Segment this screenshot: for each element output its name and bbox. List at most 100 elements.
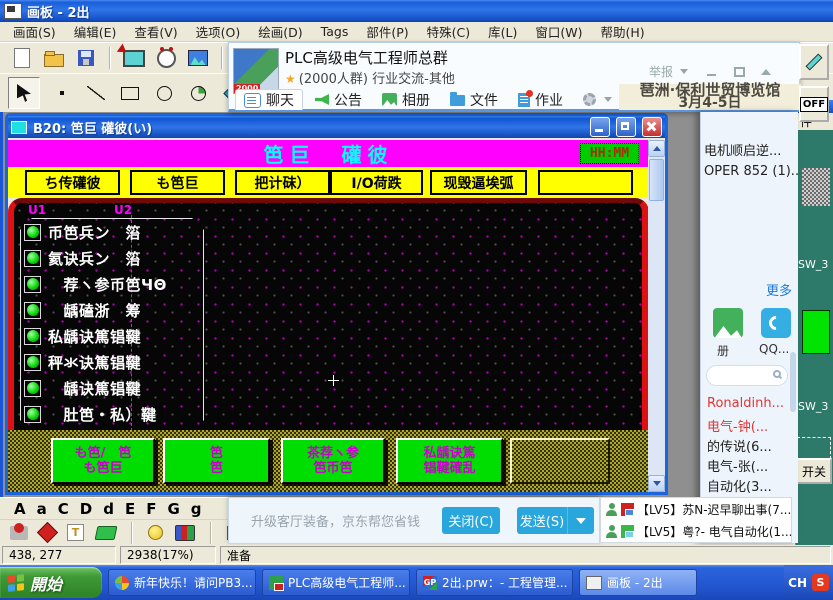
group-list-item[interactable]: 【LV5】苏N-迟早聊出事(7... <box>601 498 791 520</box>
menu-special[interactable]: 特殊(C) <box>418 20 479 43</box>
fkey-button-2[interactable]: も笆巨 <box>130 170 225 195</box>
off-switch-button[interactable]: OFF <box>799 86 829 122</box>
send-options-button[interactable] <box>567 507 594 534</box>
menu-tags[interactable]: Tags <box>312 22 358 41</box>
point-tool-icon[interactable] <box>50 81 74 105</box>
indicator-row[interactable]: 荐ヽ参币笆ЧΘ <box>24 271 167 297</box>
screen-work-area[interactable]: U1 U2 币笆兵ン 箈 氦诀兵ン 箈 荐ヽ参币笆ЧΘ 龋磕浙 筹 私龋诀篤锠鞬… <box>8 198 649 430</box>
hmi-editor-window[interactable]: B20: 笆巨 礶彼(い) 笆巨 礶彼 HH:MM ち传礶彼 も笆巨 把计砞） … <box>5 113 668 495</box>
indicator-row[interactable]: 肚笆・私）鞬 <box>24 401 167 427</box>
lamp-widget-icon[interactable] <box>148 525 163 540</box>
scroll-down-icon[interactable] <box>648 475 665 492</box>
member-item[interactable]: 的传说(6... <box>707 436 772 455</box>
rectangle-tool-icon[interactable] <box>118 81 142 105</box>
qq-chat-input-panel[interactable]: 升级客厅装备，京东帮您省钱 关闭(C) 发送(S) <box>228 497 600 544</box>
taskbar-item-qq-group[interactable]: PLC高级电气工程师... <box>262 569 410 596</box>
start-button[interactable]: 開始 <box>0 567 102 598</box>
qq-group-window[interactable]: 2000 PLC高级电气工程师总群 ★(2000人群) 行业交流-其他 举报 聊… <box>228 42 800 112</box>
polyline-tool-icon[interactable] <box>84 81 108 105</box>
qq-group-list[interactable]: 【LV5】苏N-迟早聊出事(7... 【LV5】粤?- 电气自动化(1... <box>600 497 792 543</box>
pushbutton-widget-icon[interactable] <box>10 526 28 540</box>
tab-announcement[interactable]: 公告 <box>307 89 370 110</box>
send-button[interactable]: 发送(S) <box>517 507 567 534</box>
menu-library[interactable]: 库(L) <box>479 20 526 43</box>
arc-tool-icon[interactable] <box>186 81 210 105</box>
menu-huamian[interactable]: 画面(S) <box>4 20 65 43</box>
menu-help[interactable]: 帮助(H) <box>591 20 653 43</box>
member-search-input[interactable] <box>706 365 788 386</box>
soft-key-2[interactable]: 笆笆 <box>163 438 270 484</box>
tab-homework[interactable]: 作业 <box>510 89 571 110</box>
sidebar-scrollbar-thumb[interactable] <box>790 352 796 412</box>
ad-banner[interactable]: 琶洲·保利世贸博览馆 3月4-5日 <box>619 84 801 110</box>
soft-key-1[interactable]: も笆/ 笆も笆巨 <box>51 438 155 484</box>
maximize-button[interactable] <box>616 117 636 137</box>
font-size-button[interactable]: a <box>37 500 47 518</box>
report-control[interactable]: 举报 <box>649 63 771 80</box>
font-size-button[interactable]: E <box>125 500 135 518</box>
screen-title-banner[interactable]: 笆巨 礶彼 HH:MM <box>8 140 649 167</box>
group-file-item[interactable]: 电机顺启逆... <box>704 140 781 159</box>
member-item[interactable]: 自动化(3... <box>707 476 772 495</box>
album-icon[interactable] <box>713 308 743 338</box>
indicator-row[interactable]: 龋诀篤锠鞬 <box>24 375 167 401</box>
library-part-thumbnail[interactable] <box>802 168 830 206</box>
fkey-button-4[interactable]: I/O荷跌 <box>330 170 423 195</box>
tab-files[interactable]: 文件 <box>442 89 506 110</box>
maximize-icon[interactable] <box>734 67 745 77</box>
menu-parts[interactable]: 部件(P) <box>357 20 417 43</box>
font-size-button[interactable]: g <box>191 500 202 518</box>
editor-canvas[interactable]: 笆巨 礶彼 HH:MM ち传礶彼 も笆巨 把计砞） I/O荷跌 现毁逼埃弧 U1… <box>8 138 665 492</box>
font-size-button[interactable]: F <box>146 500 156 518</box>
font-size-button[interactable]: d <box>103 500 114 518</box>
soft-key-4[interactable]: 私龋诀篤锠鞬確乱 <box>396 438 503 484</box>
group-file-item[interactable]: OPER 852 (1)... <box>704 164 798 179</box>
indicator-row[interactable]: 氦诀兵ン 箈 <box>24 245 167 271</box>
key-widget-icon[interactable] <box>95 526 118 540</box>
indicator-row[interactable]: 龋磕浙 筹 <box>24 297 167 323</box>
editor-titlebar[interactable]: B20: 笆巨 礶彼(い) <box>8 116 665 138</box>
indicator-row[interactable]: 私龋诀篤锠鞬 <box>24 323 167 349</box>
fkey-button-5[interactable]: 现毁逼埃弧 <box>430 170 527 195</box>
minimize-button[interactable] <box>590 117 610 137</box>
open-file-icon[interactable] <box>42 46 66 70</box>
indicator-row[interactable]: 秤氺诀篤锠鞬 <box>24 349 167 375</box>
member-item[interactable]: Ronaldinh... <box>707 396 784 411</box>
select-tool-icon[interactable] <box>8 77 40 109</box>
tab-settings[interactable] <box>575 89 620 110</box>
soft-key-3[interactable]: 茶荐ヽ参笆币笆 <box>281 438 385 484</box>
fkey-button-1[interactable]: ち传礶彼 <box>25 170 120 195</box>
alarm-icon[interactable] <box>154 46 178 70</box>
text-widget-icon[interactable]: T <box>67 524 84 541</box>
scroll-up-icon[interactable] <box>648 140 665 157</box>
qq-sidebar[interactable]: 电机顺启逆... OPER 852 (1)... 更多 册 QQ... Rona… <box>700 112 798 543</box>
ellipse-tool-icon[interactable] <box>152 81 176 105</box>
taskbar-item-browser[interactable]: 新年快乐！请问PB3... <box>108 569 256 596</box>
fkey-button-6[interactable] <box>538 170 633 195</box>
close-chat-button[interactable]: 关闭(C) <box>442 507 500 534</box>
parts-library-window[interactable]: 板 件 SW_3 SW_3 开关 <box>795 100 833 560</box>
scrollbar-thumb[interactable] <box>649 159 664 201</box>
qq-call-icon[interactable] <box>761 308 791 338</box>
image-icon[interactable] <box>186 46 210 70</box>
member-item[interactable]: 电气-张(... <box>707 456 768 475</box>
report-label[interactable]: 举报 <box>649 63 673 80</box>
indicator-row[interactable]: 币笆兵ン 箈 <box>24 219 167 245</box>
clock-widget[interactable]: HH:MM <box>580 143 639 164</box>
diamond-button-widget-icon[interactable] <box>37 522 58 543</box>
more-link[interactable]: 更多 <box>766 280 792 299</box>
taskbar-item-paint[interactable]: 画板 - 2出 <box>579 569 697 596</box>
collapse-icon[interactable] <box>761 69 771 75</box>
tab-album[interactable]: 相册 <box>374 89 438 110</box>
font-size-button[interactable]: D <box>80 500 92 518</box>
library-green-swatch[interactable] <box>802 310 830 354</box>
app-titlebar[interactable]: 画板 - 2出 <box>0 0 833 22</box>
language-indicator[interactable]: CH <box>788 576 807 590</box>
fkey-button-3[interactable]: 把计砞） <box>235 170 330 195</box>
save-icon[interactable] <box>74 46 98 70</box>
menu-draw[interactable]: 绘画(D) <box>249 20 311 43</box>
switch-part-button[interactable]: 开关 <box>796 458 832 484</box>
font-size-button[interactable]: C <box>58 500 69 518</box>
soft-key-5-blank[interactable] <box>510 438 610 484</box>
menu-view[interactable]: 查看(V) <box>125 20 186 43</box>
